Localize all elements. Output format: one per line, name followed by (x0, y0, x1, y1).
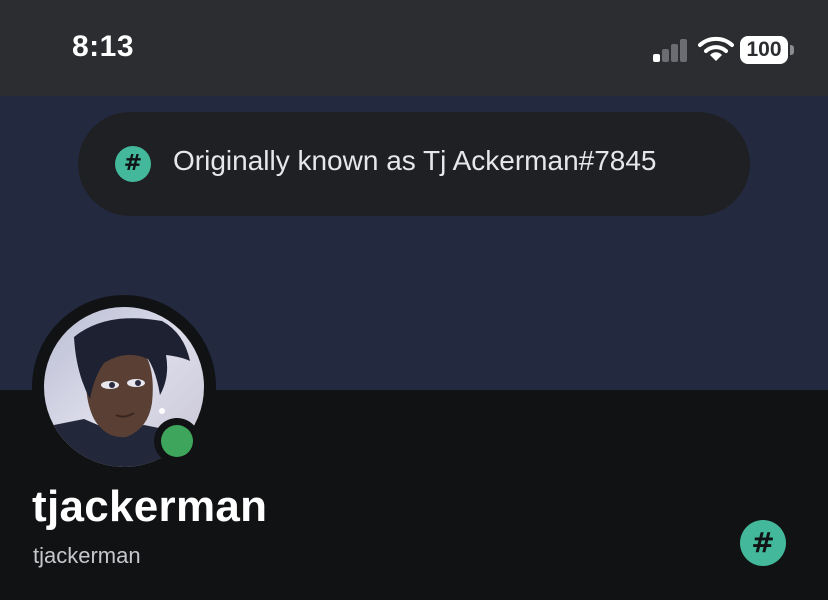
status-time: 8:13 (72, 30, 135, 63)
hashtag-badge-icon[interactable]: # (740, 520, 786, 566)
battery-cap (790, 45, 794, 55)
battery-level: 100 (746, 38, 782, 61)
cellular-signal-icon (653, 39, 687, 62)
hashtag-badge-icon: # (115, 146, 151, 182)
original-username-text: Originally known as Tj Ackerman#7845 (173, 145, 657, 176)
online-status-indicator (154, 418, 200, 464)
original-username-notice[interactable]: # Originally known as Tj Ackerman#7845 (78, 112, 750, 216)
username: tjackerman (33, 543, 141, 568)
online-status-dot (161, 425, 193, 457)
display-name: tjackerman (32, 482, 268, 531)
battery-icon: 100 (740, 36, 794, 64)
wifi-icon (698, 36, 734, 61)
status-bar: 8:13 100 (0, 0, 828, 96)
